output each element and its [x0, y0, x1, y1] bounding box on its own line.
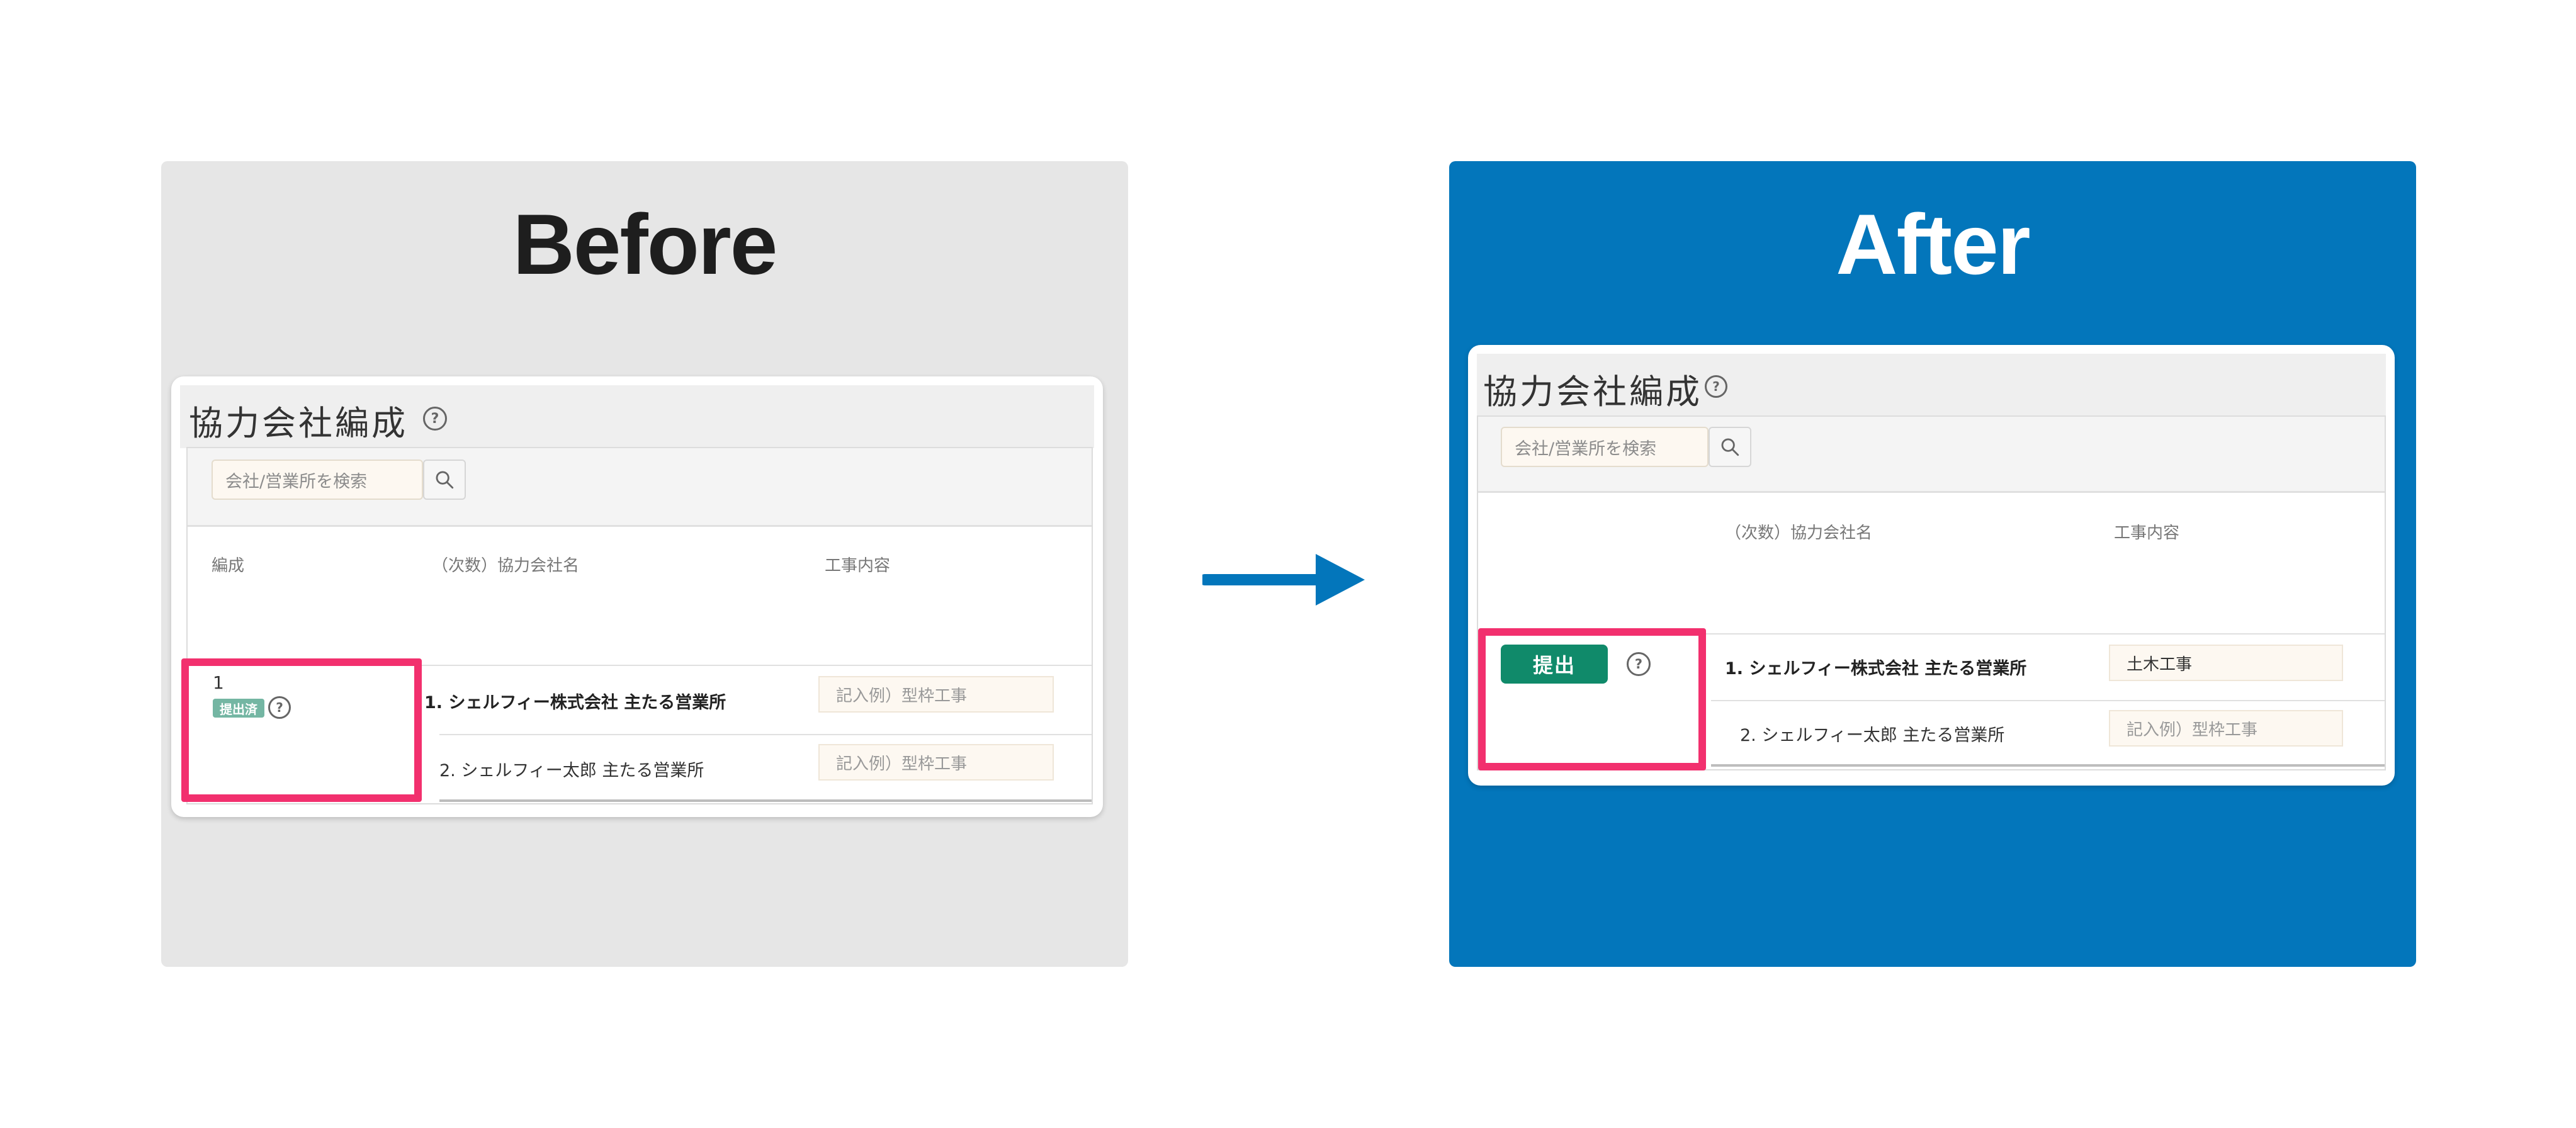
before-screenshot-card: 協力会社編成 ? 会社/営業所を検索 編成 （次数）協力会社名 工事内容 1 提…: [171, 376, 1103, 817]
after-panel: After 協力会社編成 ? 会社/営業所を検索 （次数）協力会社名 工事内容: [1449, 161, 2416, 967]
before-panel: Before 協力会社編成 ? 会社/営業所を検索 編成 （次数）協力会社名 工…: [161, 161, 1128, 967]
arrow-right-icon: [1202, 554, 1365, 606]
after-row-1-name[interactable]: 1. シェルフィー株式会社 主たる営業所: [1725, 655, 2026, 679]
before-row-1-work-value: 記入例）型枠工事: [836, 686, 968, 706]
after-col-company: （次数）協力会社名: [1725, 524, 1873, 543]
help-circle-icon[interactable]: ?: [423, 407, 447, 431]
after-highlight-box: [1478, 628, 1706, 770]
before-col-company: （次数）協力会社名: [432, 556, 580, 575]
after-row-1-work-value: 土木工事: [2127, 655, 2193, 674]
after-table-bottom: [1711, 764, 2385, 767]
after-row-2-work-value: 記入例）型枠工事: [2127, 720, 2258, 740]
before-highlight-box: [181, 658, 422, 802]
before-col-formation: 編成: [212, 556, 245, 575]
after-card-header: 協力会社編成 ?: [1477, 354, 2386, 417]
before-search-button[interactable]: [423, 460, 466, 500]
after-col-work: 工事内容: [2114, 524, 2180, 543]
before-row-1-name[interactable]: 1. シェルフィー株式会社 主たる営業所: [424, 689, 726, 713]
after-row-1-work-field[interactable]: 土木工事: [2109, 645, 2343, 681]
after-card-title: 協力会社編成: [1483, 372, 1702, 412]
search-icon: [1721, 438, 1739, 456]
after-row-divider: [1711, 700, 2385, 701]
before-search-toolbar: 会社/営業所を検索: [188, 448, 1092, 527]
after-row-2-name[interactable]: 2. シェルフィー太郎 主たる営業所: [1740, 721, 2004, 746]
before-table-bottom: [439, 799, 1092, 802]
help-circle-icon[interactable]: ?: [1705, 375, 1727, 398]
after-screenshot-card: 協力会社編成 ? 会社/営業所を検索 （次数）協力会社名 工事内容 提出 ? 1…: [1468, 345, 2395, 786]
before-row-divider: [439, 734, 1092, 735]
after-search-toolbar: 会社/営業所を検索: [1478, 417, 2385, 493]
after-title: After: [1836, 196, 2030, 292]
after-search-button[interactable]: [1709, 427, 1751, 467]
before-row-2-work-field[interactable]: 記入例）型枠工事: [818, 744, 1054, 781]
before-col-work: 工事内容: [825, 556, 891, 575]
before-row-1-work-field[interactable]: 記入例）型枠工事: [818, 676, 1054, 713]
before-title: Before: [512, 196, 778, 292]
before-search-placeholder: 会社/営業所を検索: [225, 471, 368, 492]
before-search-input[interactable]: 会社/営業所を検索: [212, 460, 423, 500]
before-card-header: 協力会社編成 ?: [180, 385, 1094, 448]
before-card-title: 協力会社編成: [189, 403, 408, 443]
after-search-input[interactable]: 会社/営業所を検索: [1501, 427, 1709, 467]
before-row-2-name[interactable]: 2. シェルフィー太郎 主たる営業所: [439, 757, 704, 781]
after-row-2-work-field[interactable]: 記入例）型枠工事: [2109, 710, 2343, 747]
after-search-placeholder: 会社/営業所を検索: [1515, 439, 1657, 459]
search-icon: [436, 471, 454, 489]
before-row-2-work-value: 記入例）型枠工事: [836, 754, 968, 774]
